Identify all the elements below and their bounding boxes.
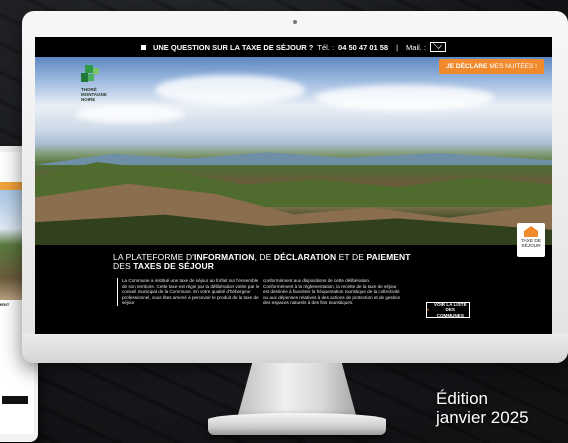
headline-bold: PAIEMENT xyxy=(366,252,411,262)
declare-rest: MES NUITÉES ! xyxy=(489,63,537,70)
far-mountains xyxy=(35,152,552,165)
mail-icon[interactable] xyxy=(430,42,447,52)
headline-bold: TAXES DE SÉJOUR xyxy=(133,261,214,271)
logo-leaf-icon xyxy=(88,74,94,81)
monitor-chin xyxy=(22,334,568,363)
separator: | xyxy=(396,42,399,52)
logo-text: THORÉ MONTAGNE NOIRE xyxy=(81,87,107,102)
hero-landscape: THORÉ MONTAGNE NOIRE JE DÉCLARE MES NUIT… xyxy=(35,57,552,245)
edition-date: janvier 2025 xyxy=(436,408,529,427)
logo-leaf-icon xyxy=(81,73,88,82)
site-logo[interactable]: THORÉ MONTAGNE NOIRE xyxy=(75,65,119,107)
cloud xyxy=(75,105,185,123)
declare-bold: JE DÉCLARE xyxy=(446,63,488,70)
monitor-stand xyxy=(238,363,356,415)
arrow-icon: » xyxy=(427,307,430,313)
cloud xyxy=(315,85,495,111)
phone-list-button xyxy=(2,396,28,404)
camera-dot xyxy=(293,20,297,24)
mail-label: Mail. : xyxy=(406,42,427,52)
cloud xyxy=(155,75,305,105)
tel-label: Tél. : xyxy=(317,42,335,52)
declare-nights-button[interactable]: JE DÉCLARE MES NUITÉES ! xyxy=(439,59,544,74)
headline-text: , DE xyxy=(254,252,274,262)
tax-badge-line: SÉJOUR xyxy=(521,244,541,250)
house-icon xyxy=(524,226,538,237)
monitor-base xyxy=(208,413,386,435)
edition-line: Édition xyxy=(436,389,488,408)
top-contact-bar: UNE QUESTION SUR LA TAXE DE SÉJOUR ? Tél… xyxy=(35,37,552,57)
headline-text: DES xyxy=(113,261,134,271)
logo-leaf-icon xyxy=(85,65,93,73)
headline-bold: DÉCLARATION xyxy=(273,252,337,262)
edition-label: Édition janvier 2025 xyxy=(436,389,529,427)
tax-badge[interactable]: TAXE DE SÉJOUR xyxy=(517,223,545,257)
list-button-line: DES COMMUNES xyxy=(436,307,464,318)
square-icon xyxy=(140,44,146,50)
headline-text: ET DE xyxy=(336,252,367,262)
page-headline: LA PLATEFORME D'INFORMATION, DE DÉCLARAT… xyxy=(113,253,411,271)
logo-line: NOIRE xyxy=(81,97,96,102)
info-band: TAXE DE SÉJOUR LA PLATEFORME D'INFORMATI… xyxy=(35,223,552,334)
tel-number-link[interactable]: 04 50 47 01 58 xyxy=(338,43,388,52)
intro-paragraph-2: conformément aux dispositions de cette d… xyxy=(263,278,401,306)
view-communes-button[interactable]: » VOIR LA LISTE DES COMMUNES xyxy=(426,302,470,318)
intro-paragraph-1: La Commune a institué une taxe de séjour… xyxy=(117,278,260,306)
question-text: UNE QUESTION SUR LA TAXE DE SÉJOUR ? xyxy=(152,42,314,52)
monitor: UNE QUESTION SUR LA TAXE DE SÉJOUR ? Tél… xyxy=(22,11,568,363)
website-screen: UNE QUESTION SUR LA TAXE DE SÉJOUR ? Tél… xyxy=(35,37,552,334)
